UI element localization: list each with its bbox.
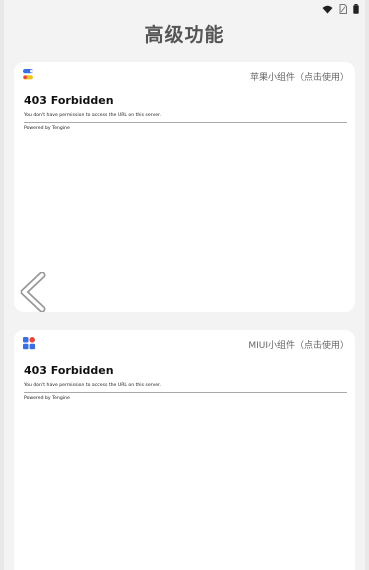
chevron-left-icon[interactable] <box>18 272 48 312</box>
error-heading: 403 Forbidden <box>24 364 114 377</box>
sim-icon <box>339 4 347 14</box>
status-bar <box>0 0 369 20</box>
error-message: You don't have permission to access the … <box>24 113 162 118</box>
error-message: You don't have permission to access the … <box>24 383 162 388</box>
apple-widget-icon <box>23 69 33 80</box>
wifi-icon <box>322 5 333 13</box>
apple-widget-card[interactable]: 苹果小组件（点击使用） 403 Forbidden You don't have… <box>14 62 355 312</box>
server-footer: Powered by Tengine <box>24 396 70 401</box>
card-header: 苹果小组件（点击使用） <box>14 68 355 86</box>
divider <box>24 392 347 393</box>
server-footer: Powered by Tengine <box>24 126 70 131</box>
card-header: MIUI小组件（点击使用） <box>14 336 355 354</box>
screen: 高级功能 苹果小组件（点击使用） 403 Forbidden You don't… <box>0 0 369 570</box>
left-edge <box>0 0 4 570</box>
right-edge <box>365 0 369 570</box>
error-heading: 403 Forbidden <box>24 94 114 107</box>
miui-widget-card[interactable]: MIUI小组件（点击使用） 403 Forbidden You don't ha… <box>14 330 355 570</box>
battery-icon <box>353 4 359 14</box>
webview-content: 403 Forbidden You don't have permission … <box>24 364 347 401</box>
card-label[interactable]: MIUI小组件（点击使用） <box>248 338 349 351</box>
miui-widget-icon <box>23 337 36 350</box>
divider <box>24 122 347 123</box>
page-title: 高级功能 <box>144 24 225 46</box>
webview-content: 403 Forbidden You don't have permission … <box>24 94 347 131</box>
card-label[interactable]: 苹果小组件（点击使用） <box>250 70 349 83</box>
status-icons <box>322 4 359 14</box>
